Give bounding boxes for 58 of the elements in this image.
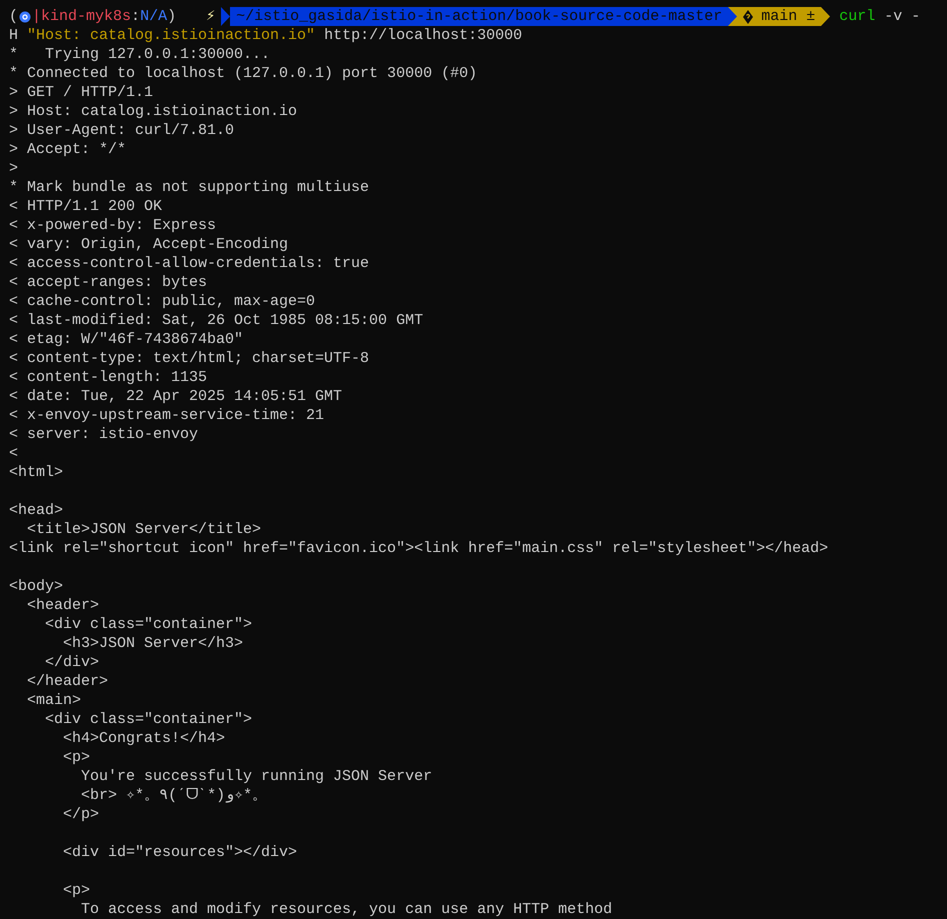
output-line: * Connected to localhost (127.0.0.1) port 30000 (#0): [9, 64, 478, 83]
wheel-icon: [19, 10, 32, 22]
output-line: <div class="container">: [44, 710, 252, 729]
output-line: <div id="resources"></div>: [62, 843, 298, 862]
output-line: < content-type: text/html; charset=UTF-8: [9, 349, 370, 368]
output-line: < HTTP/1.1 200 OK: [9, 197, 162, 216]
output-line: <body>: [9, 577, 64, 596]
output-line: <p>: [62, 748, 90, 767]
branch-text: main ±: [761, 7, 816, 26]
output-line: </div>: [44, 653, 100, 672]
output-line: <title>JSON Server</title>: [26, 520, 262, 539]
output-line: < server: istio-envoy: [9, 425, 198, 444]
output-line: <head>: [9, 501, 64, 520]
output-line: <html>: [9, 463, 64, 482]
output-line: >: [9, 159, 18, 178]
output-line: <link rel="shortcut icon" href="favicon.ico"><link href="main.css" rel="stylesheet"></head>: [9, 539, 828, 558]
url-text: http://localhost:30000: [324, 26, 522, 45]
paren-text: ): [167, 7, 176, 26]
colon-text: :: [131, 7, 140, 26]
args-text: H: [9, 26, 18, 45]
output-line: < etag: W/"46f-7438674ba0": [9, 330, 244, 349]
namespace-text: N/A: [140, 7, 168, 26]
string-text: "Host: catalog.istioinaction.io": [27, 26, 316, 45]
segment-arrow-icon: [221, 7, 230, 26]
output-line: <header>: [26, 596, 100, 615]
args-text: -v -: [884, 7, 920, 26]
output-line: < access-control-allow-credentials: true: [9, 254, 370, 273]
output-line: To access and modify resources, you can use any HTTP method: [80, 900, 612, 919]
separator-text: |: [32, 7, 42, 26]
output-line: <br> ✧*。٩(ˊᗜˋ*)و✧*。: [80, 786, 268, 805]
missing-glyph-icon: [743, 10, 754, 24]
output-line: * Trying 127.0.0.1:30000...: [9, 45, 270, 64]
output-line: <div class="container">: [44, 615, 252, 634]
output-line: <h3>JSON Server</h3>: [62, 634, 244, 653]
output-line: * Mark bundle as not supporting multiuse: [9, 178, 370, 197]
output-line: </p>: [62, 805, 100, 824]
output-line: < vary: Origin, Accept-Encoding: [9, 235, 288, 254]
output-line: < last-modified: Sat, 26 Oct 1985 08:15:00 GMT: [9, 311, 424, 330]
output-line: </header>: [26, 672, 108, 691]
context-text: kind-myk8s: [41, 7, 132, 26]
output-line: > Host: catalog.istioinaction.io: [9, 102, 298, 121]
output-line: <h4>Congrats!</h4>: [62, 729, 226, 748]
paren-text: (: [9, 7, 18, 26]
output-line: < x-powered-by: Express: [9, 216, 216, 235]
output-line: > Accept: */*: [9, 140, 126, 159]
output-line: <main>: [26, 691, 82, 710]
output-line: < accept-ranges: bytes: [9, 273, 208, 292]
output-line: < content-length: 1135: [9, 368, 208, 387]
output-line: < cache-control: public, max-age=0: [9, 292, 316, 311]
output-line: <: [9, 444, 18, 463]
output-line: > User-Agent: curl/7.81.0: [9, 121, 234, 140]
bolt-text: ⚡: [206, 7, 216, 26]
output-line: > GET / HTTP/1.1: [9, 83, 154, 102]
output-line: < x-envoy-upstream-service-time: 21: [9, 406, 324, 425]
output-line: <p>: [62, 881, 90, 900]
output-line: < date: Tue, 22 Apr 2025 14:05:51 GMT: [9, 387, 342, 406]
command-text: curl: [839, 7, 876, 26]
output-line: You're successfully running JSON Server: [80, 767, 432, 786]
